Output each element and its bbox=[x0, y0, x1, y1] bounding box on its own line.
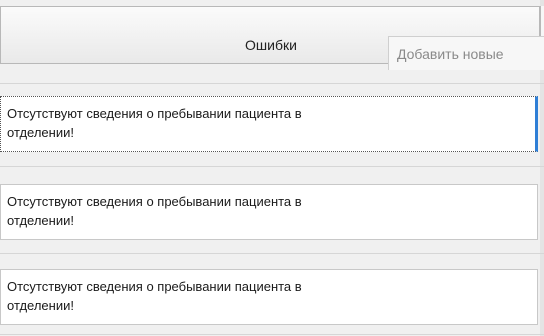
error-row-3[interactable]: Отсутствуют сведения о пребывании пациен… bbox=[0, 269, 538, 325]
add-new-tooltip: Добавить новые bbox=[388, 36, 544, 70]
row-separator bbox=[0, 83, 544, 84]
errors-panel: Ошибки Добавить новые Отсутствуют сведен… bbox=[0, 0, 544, 336]
error-row-2[interactable]: Отсутствуют сведения о пребывании пациен… bbox=[0, 184, 538, 240]
row-separator bbox=[0, 334, 544, 335]
row-separator bbox=[0, 253, 544, 254]
row-separator bbox=[0, 166, 544, 167]
error-row-1[interactable]: Отсутствуют сведения о пребывании пациен… bbox=[0, 96, 538, 152]
